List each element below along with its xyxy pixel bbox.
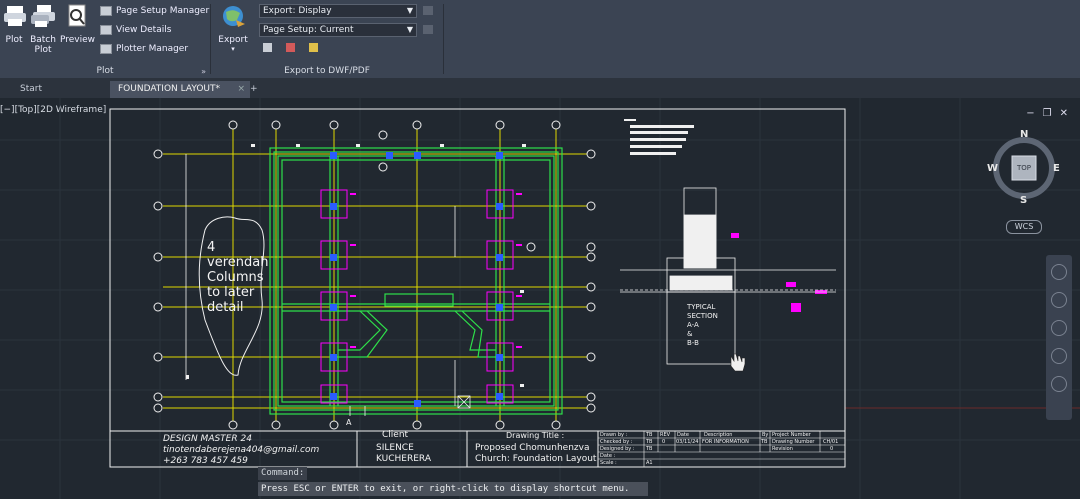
designer-name: DESIGN MASTER 24 [163,434,252,444]
section-marks [350,193,827,348]
compass-south[interactable]: S [1020,195,1027,206]
checked-by-value: TB [646,439,653,445]
drawing-number-label: Drawing Number [772,439,815,445]
compass-north[interactable]: N [1020,129,1028,140]
date-label: Date : [600,453,616,459]
pan-icon[interactable] [1051,292,1067,308]
by-header: By [762,432,769,438]
designer-info: DESIGN MASTER 24 tinotendaberejena404@gm… [163,434,319,467]
note-line: 4 [207,240,216,255]
checked-by-label: Checked by : [600,439,633,445]
compass-west[interactable]: W [987,163,998,174]
viewcube-top-label[interactable]: TOP [1012,164,1036,172]
foundation-walls [269,147,563,415]
command-prompt[interactable]: Press ESC or ENTER to exit, or right-cli… [258,482,648,496]
client-line: KUCHERERA [376,454,431,464]
section-label-line: TYPICAL [687,303,716,311]
client-name: SILENCE KUCHERERA [376,443,431,465]
designed-by-value: TB [646,446,653,452]
hand-cursor-icon [730,353,746,372]
showmotion-icon[interactable] [1051,376,1067,392]
zoom-icon[interactable] [1051,320,1067,336]
note-line: detail [207,300,244,315]
designer-email: tinotendaberejena404@gmail.com [163,445,320,455]
rev-description-value: FOR INFORMATION [702,439,749,445]
cad-drawing [0,98,1080,499]
project-number-label: Project Number [772,432,811,438]
drawing-title-line: Proposed Chomunhenzva [475,443,590,453]
scale-label: Scale : [600,460,617,466]
description-header: Description [704,432,733,438]
client-line: SILENCE [376,443,414,453]
command-history: Command: [258,467,308,480]
rev-date-value: 03/11/24 [676,439,699,445]
section-label-line: SECTION [687,312,718,320]
designed-by-label: Designed by : [600,446,635,452]
wcs-menu[interactable]: WCS [1006,220,1042,234]
steering-wheel-icon[interactable] [1051,264,1067,280]
note-line: verendah [207,255,269,270]
section-label-line: A-A [687,321,699,329]
drawn-by-value: TB [646,432,653,438]
section-label: TYPICAL SECTION A-A & B-B [687,303,718,348]
section-label-line: & [687,330,693,338]
note-line: to later [207,285,255,300]
note-line: Columns [207,270,264,285]
verandah-note: 4 verendah Columns to later detail [207,240,268,315]
orbit-icon[interactable] [1051,348,1067,364]
revision-value: 0 [830,446,834,452]
drawing-title-header: Drawing Title : [506,431,565,440]
rev-by-value: TB [761,439,768,445]
rev-value: 0 [662,439,666,445]
section-label-line: B-B [687,339,699,347]
axis-letter: A [346,418,352,427]
drawing-title: Proposed Chomunhenzva Church: Foundation… [475,443,596,465]
compass-east[interactable]: E [1053,163,1060,174]
navigation-bar [1046,255,1072,420]
typical-section [620,187,836,365]
designer-phone: +263 783 457 459 [163,456,248,466]
drawing-number-value: CH/01 [823,439,839,445]
drawn-by-label: Drawn by : [600,432,628,438]
drawing-title-line: Church: Foundation Layout [475,454,597,464]
revision-label: Revision [772,446,793,452]
scale-value: A1 [646,460,653,466]
client-header: Client [382,430,409,440]
legend-bars [624,119,694,155]
rev-header: REV [660,432,671,438]
date-header: Date [677,432,689,438]
